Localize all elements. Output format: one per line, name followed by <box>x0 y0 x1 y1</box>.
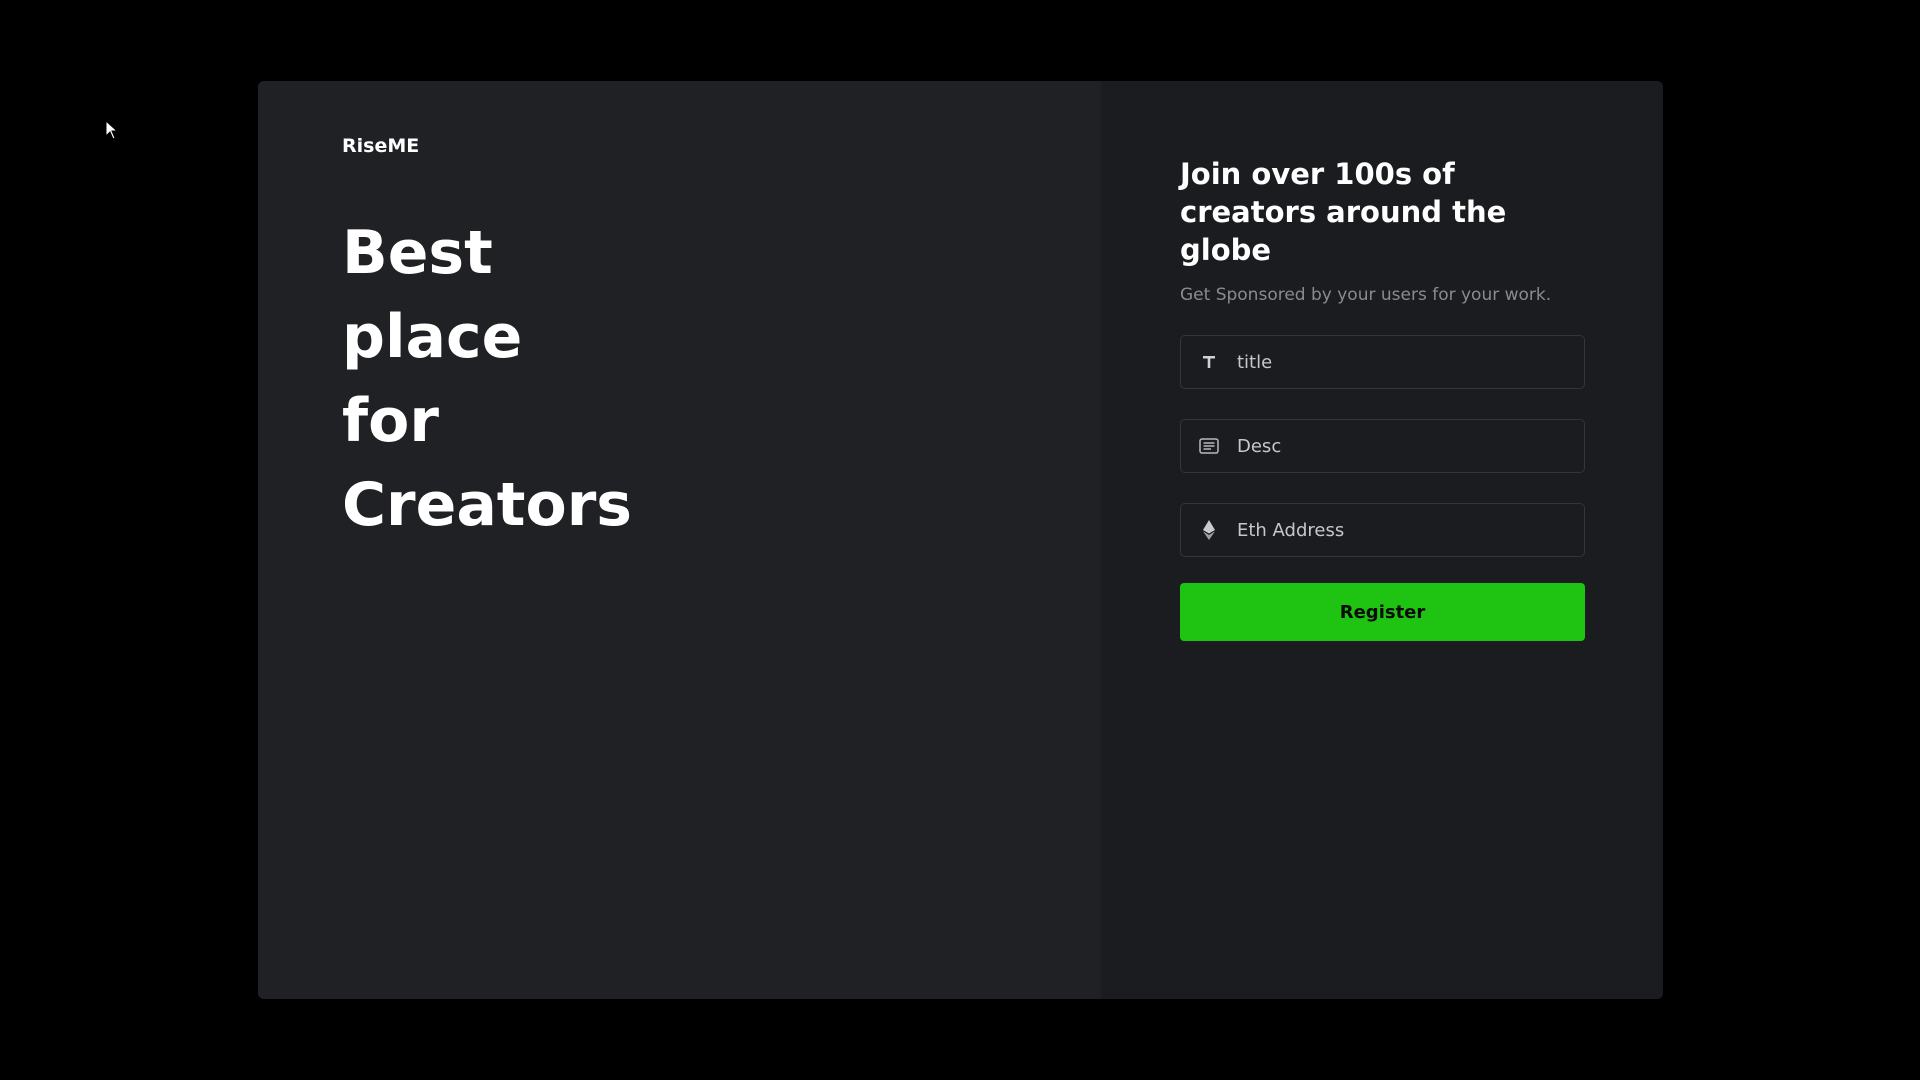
hero-heading: Best place for Creators <box>342 211 632 547</box>
form-subtitle: Get Sponsored by your users for your wor… <box>1180 285 1552 305</box>
title-input[interactable] <box>1237 351 1584 373</box>
desc-field[interactable] <box>1180 419 1585 473</box>
mouse-cursor-icon <box>105 120 119 140</box>
eth-address-field[interactable] <box>1180 503 1585 557</box>
hero-line: Best <box>342 218 493 288</box>
title-field[interactable] <box>1180 335 1585 389</box>
hero-panel: RiseME Best place for Creators <box>258 81 1101 999</box>
text-icon <box>1181 355 1237 369</box>
form-title: Join over 100s of creators around the gl… <box>1180 157 1507 267</box>
register-button[interactable]: Register <box>1180 583 1585 641</box>
desc-input[interactable] <box>1237 435 1584 457</box>
registration-card: RiseME Best place for Creators Join over… <box>258 81 1663 999</box>
description-icon <box>1181 438 1237 454</box>
ethereum-icon <box>1181 520 1237 540</box>
hero-line: for <box>342 386 439 456</box>
hero-line: place <box>342 302 523 372</box>
brand-logo: RiseME <box>342 135 420 157</box>
register-form: Join over 100s of creators around the gl… <box>1180 155 1585 641</box>
hero-line: Creators <box>342 470 633 540</box>
eth-address-input[interactable] <box>1237 519 1584 541</box>
form-panel: Join over 100s of creators around the gl… <box>1101 81 1663 999</box>
